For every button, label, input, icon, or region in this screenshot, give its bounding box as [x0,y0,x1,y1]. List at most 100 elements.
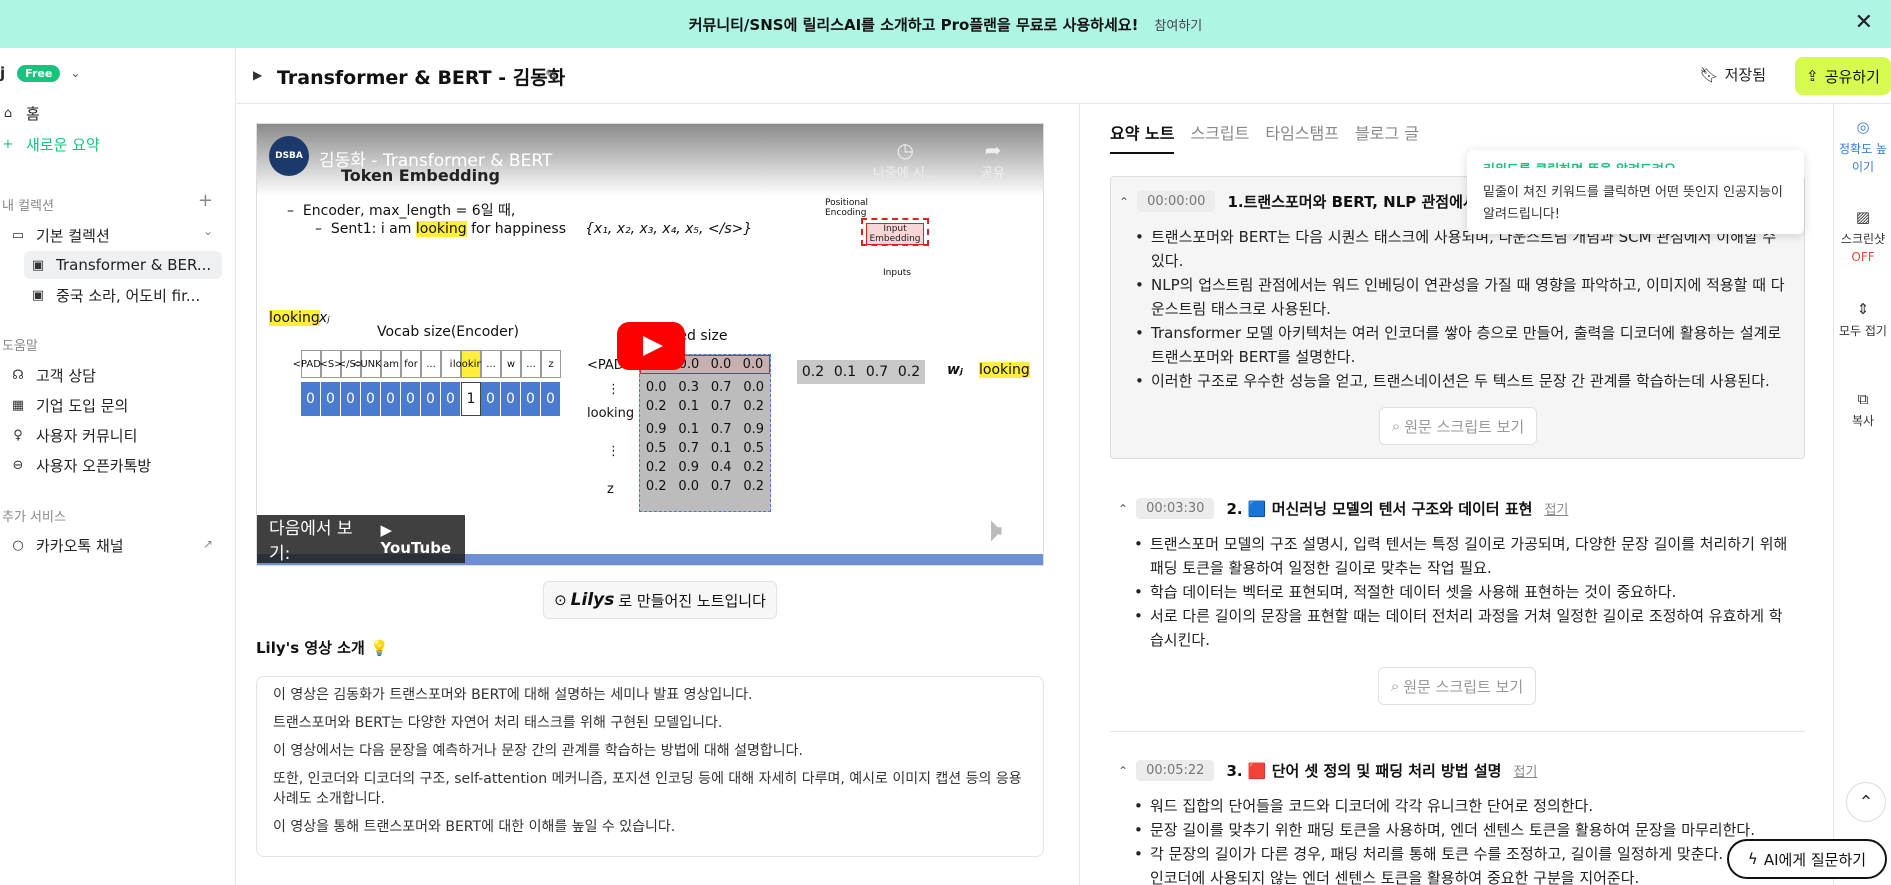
chevron-up-icon[interactable]: ⌃ [1118,764,1128,778]
embedding-value: 0.0 [678,479,700,494]
saved-button[interactable]: 🔖︎ 저장됨 [1700,64,1766,85]
onehot-cell: 0 [541,382,561,416]
made-with-lilys-badge[interactable]: ⊙ Lilys 로 만들어진 노트입니다 [543,581,777,619]
upload-icon: ⇪ [1806,67,1819,85]
bullet-item: Transformer 모델 아키텍처는 여러 인코더를 쌓아 층으로 만들어,… [1135,321,1791,369]
section-title: 1.트랜스포머와 BERT, NLP 관점에서 설 [1227,193,1496,211]
sidebar-item-home[interactable]: ⌂ 홈 [0,100,40,126]
copy-button[interactable]: ⧉ 복사 [1834,390,1891,430]
vocab-header-cell: looking [453,350,489,378]
play-button[interactable] [617,322,685,370]
embedding-vector: 0.2 0.1 0.7 0.2 [797,360,925,384]
lilys-icon: ⊙ [554,591,567,609]
timestamp-badge[interactable]: 00:00:00 [1137,191,1216,212]
sidebar-item-kakao[interactable]: ○ 카카오톡 채널 [10,532,123,558]
view-script-button[interactable]: ⌕ 원문 스크립트 보기 [1378,667,1536,705]
highlighted-word: looking [415,221,467,237]
folder-icon: ▭ [11,227,25,243]
fold-link[interactable]: 접기 [1513,761,1537,780]
timestamp-badge[interactable]: 00:05:22 [1136,760,1215,781]
onehot-cell: 1 [461,382,481,416]
collapse-icon: ⇕ [1856,300,1870,318]
embedding-value: 0.2 [645,460,667,475]
view-script-button[interactable]: ⌕ 원문 스크립트 보기 [1379,407,1537,445]
pencil-icon[interactable]: ✎ [545,66,558,85]
chevron-up-icon[interactable]: ⌃ [1118,502,1128,516]
chevron-down-icon[interactable]: ⌄ [203,224,213,238]
ask-ai-button[interactable]: ϟ AI에게 질문하기 [1727,839,1887,879]
fold-all-button[interactable]: ⇕ 모두 접기 [1834,300,1891,340]
plan-badge: Free [17,64,61,82]
embedding-value: 0.4 [710,460,732,475]
embedding-value: 0.2 [645,399,667,414]
tooltip-title: 키워드를 클릭하면 뜻을 알려드려요 [1483,160,1788,168]
fold-link[interactable]: 접기 [1544,499,1568,518]
accuracy-button[interactable]: ◎ 정확도 높이기 [1834,118,1891,176]
sidebar-item-label: 새로운 요약 [26,135,100,154]
bullet-item: 서로 다른 길이의 문장을 표현할 때는 데이터 전처리 과정을 거쳐 일정한 … [1134,604,1790,652]
scroll-top-button[interactable]: ⌃ [1846,782,1886,822]
sidebar-item-openchat[interactable]: ⊖ 사용자 오픈카톡방 [10,452,152,478]
vocab-size-label: Vocab size(Encoder) [377,324,519,340]
embedding-row-label: looking [587,406,635,421]
share-arrow-icon: ➦ [984,138,1002,162]
screenshot-toggle[interactable]: ▨ 스크린샷 OFF [1834,208,1891,266]
chevron-up-icon[interactable]: ⌃ [1119,195,1129,209]
bullet-item: NLP의 업스트림 관점에서는 워드 인베딩이 연관성을 가질 때 영향을 파악… [1135,273,1791,321]
embedding-row: 0.5 0.7 0.1 0.5 [640,439,770,458]
vector-value: 0.2 [801,364,825,380]
embedding-row: 0.9 0.1 0.7 0.9 [640,420,770,439]
accuracy-label: 정확도 높이기 [1839,142,1887,174]
embedding-row: 0.2 0.0 0.7 0.2 [640,477,770,496]
add-collection-icon[interactable]: + [198,190,213,211]
sidebar-item-sora[interactable]: ▣ 중국 소라, 어도비 fir... [30,282,200,308]
search-icon: ⌕ [1391,417,1401,435]
onehot-cell: 0 [521,382,541,416]
chevron-down-icon[interactable]: ⌄ [70,66,80,80]
onehot-cell: 0 [341,382,361,416]
onehot-cell: 0 [301,382,321,416]
vector-value: 0.1 [833,364,857,380]
banner-join-link[interactable]: 참여하기 [1154,15,1202,34]
clock-icon: ◷ [896,138,914,162]
embedding-value: 0.5 [743,441,765,456]
video-player[interactable]: DSBA 김동화 - Transformer & BERT Token Embe… [256,123,1044,566]
page-header: ▶ Transformer & BERT - 김동화 ✎ 🔖︎ 저장됨 ⇪ 공유… [237,48,1891,104]
embedding-value: 0.0 [710,357,732,372]
page-title: Transformer & BERT - 김동화 [277,67,566,89]
bullet-item: 각 문장의 길이가 다른 경우, 패딩 처리를 통해 토큰 수를 조정하고, 길… [1134,842,1790,866]
video-share-button[interactable]: ➦ 공유 [981,138,1005,181]
close-icon[interactable]: ✕ [1855,10,1873,35]
sidebar-item-label: 홈 [26,104,40,123]
embedding-value: 0.0 [743,380,765,395]
user-initial: j [0,64,6,82]
ask-ai-label: AI에게 질문하기 [1763,850,1867,869]
sidebar-item-support[interactable]: ☊ 고객 상담 [10,362,96,388]
sidebar-item-community[interactable]: ♀ 사용자 커뮤니티 [10,422,137,448]
watch-later-button[interactable]: ◷ 나중에 시... [873,138,937,181]
view-script-label: 원문 스크립트 보기 [1404,417,1525,436]
sidebar-item-enterprise[interactable]: ▦ 기업 도입 문의 [10,392,129,418]
intro-line: 이 영상을 통해 트랜스포머와 BERT에 대한 이해를 높일 수 있습니다. [273,819,676,835]
video-icon: ▣ [31,287,45,303]
embedding-value: 0.9 [645,422,667,437]
volume-icon[interactable]: 🕨︎ [981,510,1002,550]
target-icon: ◎ [1856,118,1870,136]
tab-blog[interactable]: 블로그 글 [1355,120,1419,154]
sparkle-icon: ϟ [1747,850,1758,868]
tab-summary-note[interactable]: 요약 노트 [1110,120,1175,154]
tab-script[interactable]: 스크립트 [1190,120,1249,154]
tab-timestamp[interactable]: 타임스탬프 [1265,120,1339,154]
watch-on-youtube-button[interactable]: 다음에서 보기: ▶ YouTube [257,515,465,564]
account-switcher[interactable]: j Free ⌄ [0,64,80,82]
sidebar-item-label: 중국 소라, 어도비 fir... [56,286,201,305]
channel-avatar[interactable]: DSBA [269,136,309,176]
timestamp-badge[interactable]: 00:03:30 [1136,498,1215,519]
panel-divider [1079,104,1080,885]
new-summary-button[interactable]: + 새로운 요약 [0,131,100,157]
sidebar-item-transformer[interactable]: ▣ Transformer & BER... [30,252,211,278]
sidebar-item-default-collection[interactable]: ▭ 기본 컬렉션 [10,222,110,248]
headset-icon: ☊ [12,367,24,383]
share-button[interactable]: ⇪ 공유하기 [1795,57,1891,95]
embedding-value: 0.2 [743,399,765,414]
